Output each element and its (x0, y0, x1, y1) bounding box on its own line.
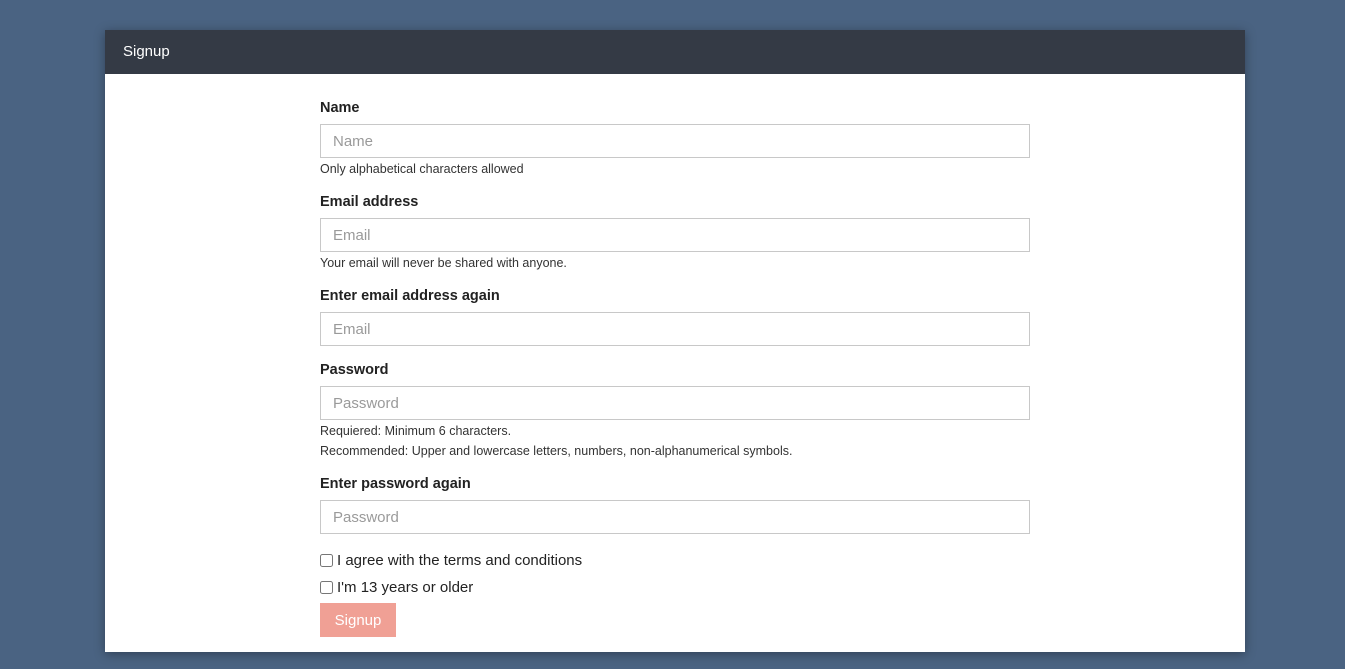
email-label: Email address (320, 194, 419, 210)
password-required-help: Requiered: Minimum 6 characters. (320, 424, 512, 438)
password-recommended-help: Recommended: Upper and lowercase letters… (320, 444, 793, 458)
email-confirm-input[interactable] (320, 312, 1030, 346)
age-checkbox-row[interactable]: I'm 13 years or older (320, 579, 473, 596)
email-confirm-label: Enter email address again (320, 288, 500, 304)
email-help-text: Your email will never be shared with any… (320, 256, 567, 270)
signup-card: Signup Name Only alphabetical characters… (105, 30, 1245, 652)
page-title: Signup (123, 43, 170, 60)
password-confirm-label: Enter password again (320, 476, 471, 492)
name-help-text: Only alphabetical characters allowed (320, 162, 524, 176)
password-input[interactable] (320, 386, 1030, 420)
age-checkbox[interactable] (320, 581, 333, 594)
age-checkbox-label: I'm 13 years or older (337, 579, 474, 596)
card-header: Signup (105, 30, 1245, 74)
terms-checkbox[interactable] (320, 554, 333, 567)
email-input[interactable] (320, 218, 1030, 252)
name-label: Name (320, 100, 360, 116)
signup-button[interactable]: Signup (320, 603, 396, 637)
name-input[interactable] (320, 124, 1030, 158)
terms-checkbox-label: I agree with the terms and conditions (337, 552, 583, 569)
password-confirm-input[interactable] (320, 500, 1030, 534)
terms-checkbox-row[interactable]: I agree with the terms and conditions (320, 552, 582, 569)
password-label: Password (320, 362, 389, 378)
